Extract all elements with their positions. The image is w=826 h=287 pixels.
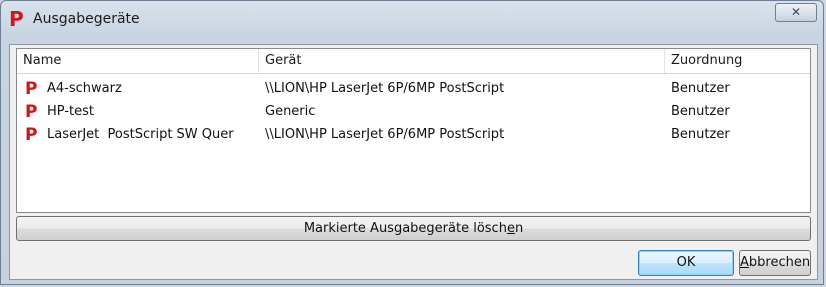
row-device: \\LION\HP LaserJet 6P/6MP PostScript: [265, 127, 505, 142]
delete-label-mnemonic: e: [506, 221, 515, 236]
printer-p-icon: P: [25, 125, 38, 145]
table-row[interactable]: P A4-schwarz \\LION\HP LaserJet 6P/6MP P…: [17, 78, 810, 100]
row-device: \\LION\HP LaserJet 6P/6MP PostScript: [265, 81, 505, 96]
delete-selected-button[interactable]: Markierte Ausgabegeräte löschen: [16, 216, 811, 241]
printer-p-icon: P: [25, 79, 38, 99]
table-row[interactable]: P LaserJet PostScript SW Quer \\LION\HP …: [17, 124, 810, 146]
row-assignment: Benutzer: [671, 127, 730, 142]
column-header-assignment[interactable]: Zuordnung: [665, 49, 810, 73]
row-name: LaserJet PostScript SW Quer: [47, 127, 234, 142]
close-button[interactable]: ✕: [775, 3, 817, 22]
cancel-label-rest: bbrechen: [748, 255, 811, 270]
title-bar[interactable]: P Ausgabegeräte ✕: [1, 1, 823, 37]
row-assignment: Benutzer: [671, 104, 730, 119]
table-row[interactable]: P HP-test Generic Benutzer: [17, 101, 810, 123]
list-header: Name Gerät Zuordnung: [17, 49, 810, 74]
row-name: HP-test: [47, 104, 94, 119]
column-header-name[interactable]: Name: [17, 49, 259, 73]
row-assignment: Benutzer: [671, 81, 730, 96]
printer-p-icon: P: [25, 102, 38, 122]
cancel-button[interactable]: Abbrechen: [739, 250, 811, 276]
app-p-icon: P: [9, 7, 24, 31]
window-title: Ausgabegeräte: [33, 11, 140, 27]
column-header-device[interactable]: Gerät: [259, 49, 665, 73]
printer-list[interactable]: Name Gerät Zuordnung P A4-schwarz \\LION…: [16, 48, 811, 213]
delete-label-main: Markierte Ausgabegeräte lösch: [303, 221, 507, 236]
row-device: Generic: [265, 104, 316, 119]
cancel-mnemonic: A: [740, 255, 749, 270]
delete-label-rest: n: [514, 221, 524, 236]
row-name: A4-schwarz: [47, 81, 122, 96]
ok-button[interactable]: OK: [638, 250, 734, 276]
dialog-body: Name Gerät Zuordnung P A4-schwarz \\LION…: [9, 44, 818, 280]
dialog-window: P Ausgabegeräte ✕ Name Gerät Zuordnung P…: [0, 0, 824, 285]
